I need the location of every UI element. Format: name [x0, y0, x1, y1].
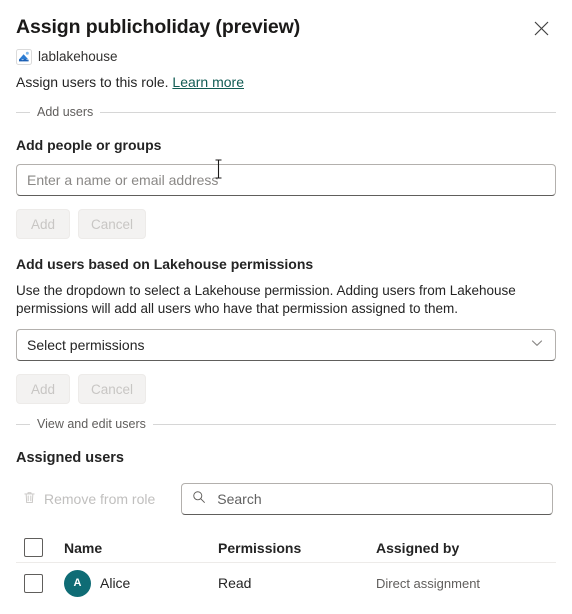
assign-role-panel: Assign publicholiday (preview) lablakeho… — [0, 0, 572, 614]
legend-line-right — [152, 424, 556, 425]
view-edit-legend: View and edit users — [16, 417, 556, 432]
view-edit-users-fieldset: View and edit users Assigned users Remov… — [16, 404, 556, 603]
permissions-cancel-button[interactable]: Cancel — [78, 374, 147, 404]
legend-label: View and edit users — [37, 417, 146, 431]
column-header-assigned-by[interactable]: Assigned by — [376, 540, 556, 556]
assigned-users-toolbar: Remove from role — [16, 483, 556, 515]
avatar: A — [64, 569, 91, 597]
remove-from-role-label: Remove from role — [44, 491, 156, 507]
table-row[interactable]: A Alice Read Direct assignment — [16, 563, 556, 603]
close-icon — [534, 21, 549, 36]
row-select-cell — [16, 573, 64, 593]
close-button[interactable] — [526, 13, 556, 43]
select-permissions-value: Select permissions — [27, 337, 145, 353]
search-icon — [192, 490, 206, 509]
assigned-users-table: Name Permissions Assigned by A Alice Rea… — [16, 533, 556, 603]
add-users-legend: Add users — [16, 105, 556, 120]
permissions-button-row: Add Cancel — [16, 374, 556, 404]
cell-assigned-by: Direct assignment — [376, 575, 481, 591]
add-users-button-row: Add Cancel — [16, 209, 556, 239]
lakehouse-item: lablakehouse — [16, 48, 556, 66]
add-people-input[interactable] — [16, 164, 556, 196]
select-all-cell — [16, 538, 64, 557]
assigned-users-title: Assigned users — [16, 450, 124, 466]
panel-header: Assign publicholiday (preview) lablakeho… — [16, 0, 556, 92]
search-input[interactable] — [215, 490, 543, 508]
legend-dash-left — [16, 424, 30, 425]
learn-more-link[interactable]: Learn more — [172, 74, 244, 90]
lakehouse-icon — [16, 49, 32, 65]
cell-name: A Alice — [64, 569, 218, 597]
legend-line-right — [100, 112, 556, 113]
user-name: Alice — [100, 575, 131, 591]
description-text: Assign users to this role. — [16, 74, 169, 90]
chevron-down-icon — [529, 335, 545, 356]
add-people-add-button[interactable]: Add — [16, 209, 70, 239]
select-permissions-dropdown[interactable]: Select permissions — [16, 329, 556, 361]
table-header-row: Name Permissions Assigned by — [16, 533, 556, 563]
lakehouse-permissions-helper: Use the dropdown to select a Lakehouse p… — [16, 283, 516, 316]
select-all-checkbox[interactable] — [24, 538, 43, 557]
lakehouse-permissions-heading: Add users based on Lakehouse permissions — [16, 256, 314, 272]
trash-icon — [22, 490, 37, 508]
add-users-fieldset: Add users Add people or groups Add Cance… — [16, 92, 556, 404]
column-header-permissions[interactable]: Permissions — [218, 540, 376, 556]
permissions-add-button[interactable]: Add — [16, 374, 70, 404]
legend-dash-left — [16, 112, 30, 113]
cell-permissions: Read — [218, 575, 252, 591]
panel-description: Assign users to this role. Learn more — [16, 73, 556, 92]
row-checkbox[interactable] — [24, 573, 43, 593]
legend-label: Add users — [37, 105, 94, 119]
remove-from-role-button[interactable]: Remove from role — [16, 483, 165, 515]
add-people-label: Add people or groups — [16, 137, 162, 153]
add-people-cancel-button[interactable]: Cancel — [78, 209, 147, 239]
lakehouse-name: lablakehouse — [38, 49, 118, 64]
page-title: Assign publicholiday (preview) — [16, 16, 301, 38]
search-box[interactable] — [181, 483, 554, 515]
column-header-name[interactable]: Name — [64, 540, 218, 556]
